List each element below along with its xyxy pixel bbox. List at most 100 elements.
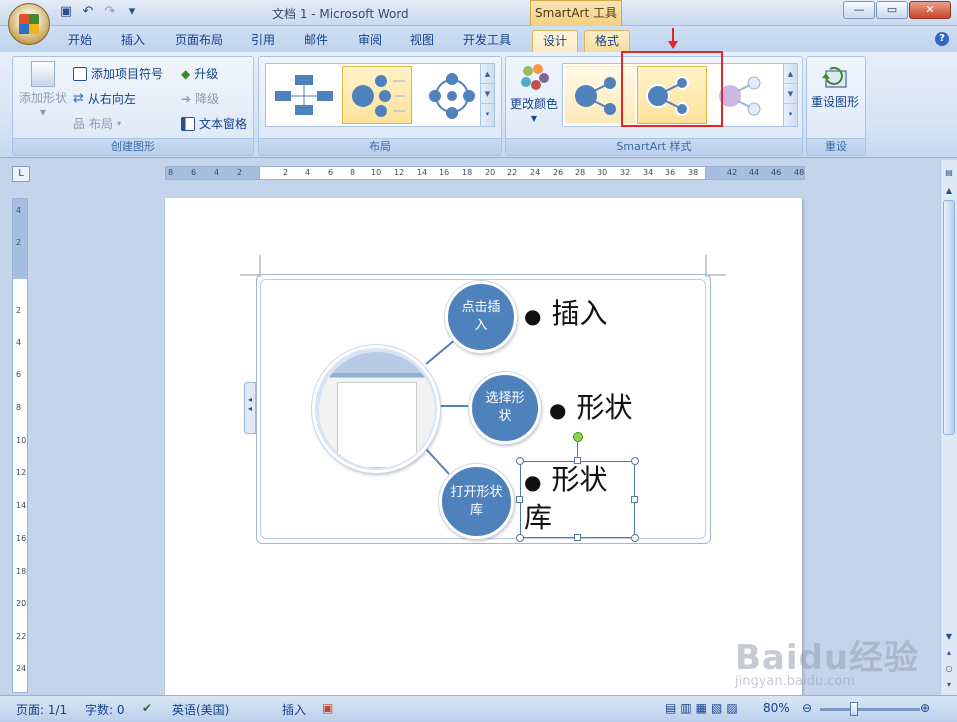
demote-arrow-icon: ➔ [181,91,192,106]
resize-handle[interactable] [631,534,639,542]
red-arrow-annotation-icon [668,28,678,49]
resize-handle[interactable] [574,534,581,541]
word-count[interactable]: 字数: 0 [85,701,125,718]
zoom-in-icon[interactable]: ⊕ [920,701,930,715]
ruler-tick-label: 38 [688,168,699,177]
group-layouts: ▲ ▼ ▾ 布局 [258,56,502,156]
tab-developer[interactable]: 开发工具 [453,30,521,52]
resize-handle[interactable] [631,457,639,465]
scroll-up-icon[interactable]: ▲ [481,64,494,84]
smartart-node-2[interactable]: 选择形状 [469,372,541,444]
minimize-button[interactable]: — [843,1,875,19]
dropdown-arrow-icon: ▾ [117,119,122,128]
selected-shape-outline [520,461,635,538]
ruler-tick-label: 14 [16,501,27,510]
ruler-tick-label: 14 [417,168,428,177]
swap-arrows-icon: ⇄ [73,91,84,106]
resize-handle[interactable] [516,534,524,542]
scroll-down-icon[interactable]: ▼ [941,630,957,644]
ruler-tick-label: 48 [794,168,805,177]
zoom-out-icon[interactable]: ⊖ [802,701,812,715]
undo-icon[interactable]: ↶ [80,4,96,20]
ruler-tick-label: 20 [16,599,27,608]
layout-button[interactable]: 品 布局 ▾ [73,115,121,132]
add-shape-button[interactable]: 添加形状 ▼ [19,61,67,117]
zoom-slider-thumb[interactable] [850,702,858,716]
picture-circle[interactable] [312,345,440,473]
text-pane-toggle-button[interactable]: ◂ ◂ [244,382,256,434]
layout-thumb-circle-picture[interactable] [342,66,412,124]
zoom-slider[interactable] [820,708,920,711]
page-count[interactable]: 页面: 1/1 [16,701,67,718]
more-icon[interactable]: ▾ [481,104,494,124]
smartart-bullet-1[interactable]: ● 插入 [524,292,607,332]
scroll-up-icon[interactable]: ▲ [784,64,797,84]
scroll-up-icon[interactable]: ▲ [941,184,957,198]
tab-review[interactable]: 审阅 [348,30,392,52]
language-indicator[interactable]: 英语(美国) [172,701,229,718]
group-label: 创建图形 [13,138,253,155]
tab-mailings[interactable]: 邮件 [294,30,338,52]
proofing-icon[interactable]: ✔ [142,701,152,715]
style-gallery-scroll[interactable]: ▲ ▼ ▾ [783,64,797,126]
next-page-icon[interactable]: ▾ [941,678,957,692]
reset-graphic-label: 重设图形 [811,95,860,109]
add-bullet-button[interactable]: 添加项目符号 [73,65,163,82]
tab-references[interactable]: 引用 [241,30,285,52]
resize-handle[interactable] [516,496,523,503]
smartart-node-1[interactable]: 点击插入 [445,281,517,353]
help-icon[interactable]: ? [935,32,949,46]
more-icon[interactable]: ▾ [784,104,797,124]
ruler-tick-label: 8 [168,168,174,177]
change-colors-button[interactable]: 更改颜色 ▼ [510,63,558,123]
group-reset: 重设图形 重设 [806,56,866,156]
macro-record-icon[interactable]: ▣ [322,701,333,715]
tab-format[interactable]: 格式 [584,30,631,52]
promote-button[interactable]: ◆ 升级 [181,65,218,82]
vertical-scrollbar[interactable]: ▤ ▲ ▼ ▴ ○ ▾ [940,160,957,695]
previous-page-icon[interactable]: ▴ [941,646,957,660]
resize-handle[interactable] [631,496,638,503]
close-button[interactable]: ✕ [909,1,951,19]
demote-button[interactable]: ➔ 降级 [181,90,219,107]
layout-gallery-scroll[interactable]: ▲ ▼ ▾ [480,64,494,126]
smartart-node-3[interactable]: 打开形状库 [439,464,514,539]
office-button[interactable] [8,3,50,45]
view-ruler-icon[interactable]: ▤ [941,166,957,180]
tab-selector-icon[interactable]: L [12,166,30,182]
zoom-level[interactable]: 80% [763,701,790,715]
tab-design[interactable]: 设计 [532,30,579,52]
right-to-left-button[interactable]: ⇄ 从右向左 [73,90,136,107]
tab-home[interactable]: 开始 [58,30,102,52]
layout-thumb-hierarchy[interactable] [268,66,338,124]
tab-view[interactable]: 视图 [400,30,444,52]
ruler-tick-label: 28 [575,168,586,177]
ruler-tick-label: 2 [237,168,243,177]
tab-page-layout[interactable]: 页面布局 [165,30,233,52]
text-pane-button[interactable]: 文本窗格 [181,115,247,132]
resize-handle[interactable] [574,457,581,464]
layout-thumb-cycle[interactable] [416,66,486,124]
reset-graphic-button[interactable]: 重设图形 [811,63,859,110]
scrollbar-thumb[interactable] [943,200,955,435]
smartart-bullet-2[interactable]: ● 形状 [549,386,632,426]
resize-handle[interactable] [516,457,524,465]
ruler-tick-label: 6 [328,168,334,177]
redo-icon[interactable]: ↷ [102,4,118,20]
scroll-down-icon[interactable]: ▼ [784,84,797,104]
scroll-down-icon[interactable]: ▼ [481,84,494,104]
add-bullet-label: 添加项目符号 [91,67,164,81]
rotate-handle[interactable] [573,432,583,442]
select-browse-object-icon[interactable]: ○ [941,662,957,676]
ruler-tick-label: 12 [394,168,405,177]
ruler-tick-label: 22 [507,168,518,177]
ribbon-tabs: 开始 插入 页面布局 引用 邮件 审阅 视图 开发工具 设计 格式 ? [0,26,957,52]
insert-mode[interactable]: 插入 [282,701,306,718]
view-buttons[interactable]: ▤▥▦▧▨ [665,701,742,715]
restore-button[interactable]: ▭ [876,1,908,19]
save-icon[interactable]: ▣ [58,4,74,20]
tab-insert[interactable]: 插入 [111,30,155,52]
text-pane-label: 文本窗格 [199,117,248,131]
customize-qat-icon[interactable]: ▾ [124,4,140,20]
ruler-tick-label: 12 [16,468,27,477]
